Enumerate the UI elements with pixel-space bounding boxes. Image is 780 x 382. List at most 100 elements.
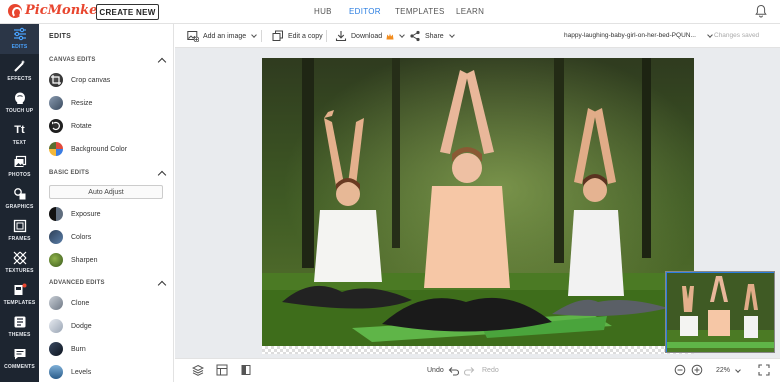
redo-icon[interactable] (464, 364, 476, 376)
redo-label[interactable]: Redo (482, 367, 499, 374)
clone-thumbnail-icon (49, 296, 63, 310)
zoom-in-icon[interactable] (691, 364, 703, 376)
copy-icon (272, 30, 283, 41)
undo-label[interactable]: Undo (427, 367, 444, 374)
rail-label: FRAMES (8, 236, 31, 242)
share-button[interactable]: Share (409, 24, 455, 48)
compare-icon[interactable] (240, 364, 252, 376)
canvas-edits-header[interactable]: CANVAS EDITS (49, 57, 167, 67)
download-icon (335, 31, 347, 42)
rail-comments[interactable]: COMMENTS (0, 344, 39, 374)
tool-colors[interactable]: Colors (49, 230, 91, 244)
undo-icon[interactable] (447, 364, 459, 376)
panel-title: EDITS (49, 33, 72, 40)
editor-toolbar: Add an image Edit a copy Download Share … (175, 24, 780, 48)
auto-adjust-button[interactable]: Auto Adjust (49, 185, 163, 199)
rail-templates[interactable]: TEMPLATES (0, 280, 39, 310)
minimap-preview-image (666, 272, 774, 352)
tool-dodge[interactable]: Dodge (49, 319, 92, 333)
rail-photos[interactable]: PHOTOS (0, 152, 39, 182)
rail-touch-up[interactable]: TOUCH UP (0, 88, 39, 118)
top-bar: PicMonkey CREATE NEW HUB EDITOR TEMPLATE… (0, 0, 780, 24)
exposure-thumbnail-icon (49, 207, 63, 221)
nav-editor[interactable]: EDITOR (349, 7, 381, 16)
layers-icon[interactable] (192, 364, 204, 376)
basic-edits-header[interactable]: BASIC EDITS (49, 170, 167, 180)
frames-icon (13, 219, 26, 233)
rail-label: EFFECTS (7, 76, 32, 82)
dodge-thumbnail-icon (49, 319, 63, 333)
add-image-label: Add an image (203, 32, 247, 40)
save-status: Changes saved (714, 32, 760, 39)
tool-exposure[interactable]: Exposure (49, 207, 101, 221)
edit-copy-label: Edit a copy (288, 32, 323, 40)
picmonkey-editor: PicMonkey CREATE NEW HUB EDITOR TEMPLATE… (0, 0, 780, 382)
tool-resize[interactable]: Resize (49, 96, 92, 110)
tool-label: Sharpen (71, 256, 98, 264)
rail-edits[interactable]: EDITS (0, 24, 39, 54)
add-image-button[interactable]: Add an image (187, 24, 258, 48)
tool-sharpen[interactable]: Sharpen (49, 253, 97, 267)
chevron-down-icon[interactable] (707, 32, 713, 38)
nav-templates[interactable]: TEMPLATES (395, 7, 445, 16)
tool-burn[interactable]: Burn (49, 342, 86, 356)
download-button[interactable]: Download (335, 24, 405, 48)
chevron-down-icon (399, 32, 405, 38)
photos-icon (14, 155, 26, 167)
text-icon: Tt (14, 124, 25, 136)
tool-label: Background Color (71, 145, 128, 153)
fit-screen-icon[interactable] (758, 364, 770, 376)
rail-effects[interactable]: EFFECTS (0, 56, 39, 86)
chevron-down-icon (448, 32, 455, 38)
tool-label: Crop canvas (71, 76, 111, 84)
edit-copy-button[interactable]: Edit a copy (272, 24, 323, 48)
tool-levels[interactable]: Levels (49, 365, 91, 379)
textures-icon (13, 251, 26, 265)
magic-wand-icon (13, 60, 25, 72)
logo[interactable]: PicMonkey (8, 3, 105, 18)
rail-label: EDITS (11, 44, 28, 50)
tool-label: Clone (71, 299, 90, 307)
bell-icon[interactable] (755, 4, 767, 18)
tool-rail: EDITS EFFECTS TOUCH UP Tt TEXT PHOTOS GR… (0, 24, 39, 382)
chevron-down-icon[interactable] (735, 367, 741, 373)
zoom-out-icon[interactable] (674, 364, 686, 376)
crown-icon (386, 33, 394, 39)
face-icon (14, 92, 25, 104)
rail-frames[interactable]: FRAMES (0, 216, 39, 246)
rail-text[interactable]: Tt TEXT (0, 120, 39, 150)
rotate-thumbnail-icon (49, 119, 63, 133)
nav-learn[interactable]: LEARN (456, 7, 484, 16)
navigator-minimap[interactable] (665, 271, 775, 353)
rail-textures[interactable]: TEXTURES (0, 248, 39, 278)
chevron-up-icon (157, 280, 167, 290)
logo-mark-icon (8, 3, 22, 18)
canvas-photo[interactable] (262, 58, 694, 346)
tool-label: Resize (71, 99, 93, 107)
rail-graphics[interactable]: GRAPHICS (0, 184, 39, 214)
advanced-edits-header[interactable]: ADVANCED EDITS (49, 280, 167, 290)
rail-label: TEXT (12, 140, 27, 146)
tool-label: Rotate (71, 122, 92, 130)
section-heading: ADVANCED EDITS (49, 280, 105, 286)
file-name[interactable]: happy-laughing-baby-girl-on-her-bed-PQUN… (564, 32, 696, 39)
zoom-level[interactable]: 22% (716, 367, 730, 374)
rail-label: TEMPLATES (3, 300, 36, 306)
rail-themes[interactable]: THEMES (0, 312, 39, 342)
section-heading: BASIC EDITS (49, 170, 90, 176)
themes-icon (14, 316, 25, 328)
nav-hub[interactable]: HUB (314, 7, 332, 16)
bottom-bar: Undo Redo 22% (175, 358, 780, 382)
tool-clone[interactable]: Clone (49, 296, 89, 310)
share-icon (410, 30, 420, 42)
create-new-button[interactable]: CREATE NEW (96, 4, 159, 20)
rail-label: COMMENTS (4, 364, 35, 370)
yoga-photo-image (262, 58, 694, 346)
canvas-transparency-strip (262, 346, 694, 354)
tool-background-color[interactable]: Background Color (49, 142, 127, 156)
tool-crop-canvas[interactable]: Crop canvas (49, 73, 110, 87)
tool-rotate[interactable]: Rotate (49, 119, 92, 133)
toolbar-divider (326, 30, 327, 42)
colors-thumbnail-icon (49, 230, 63, 244)
grid-icon[interactable] (216, 364, 228, 376)
